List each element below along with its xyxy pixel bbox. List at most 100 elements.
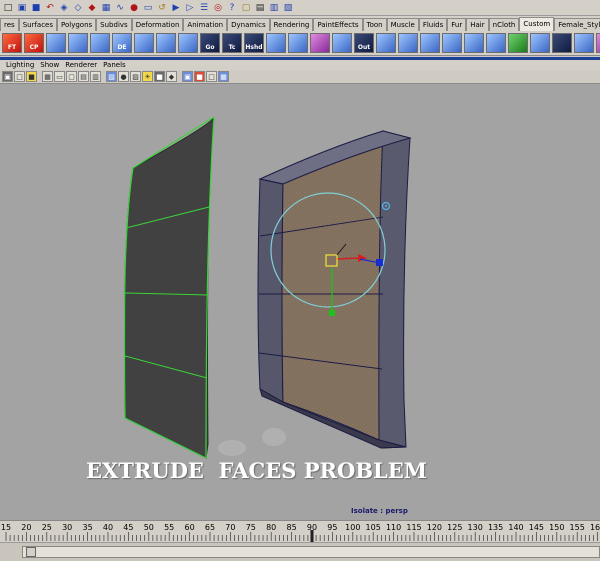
open-scene-icon[interactable]: ▣ [16,2,28,14]
safe-action-icon[interactable]: ▤ [78,71,89,82]
hypershade-icon[interactable]: ◎ [212,2,224,14]
save-scene-icon[interactable]: ■ [30,2,42,14]
smooth-icon[interactable] [266,33,286,53]
panel-menu-show[interactable]: Show [40,61,59,69]
render-icon[interactable]: ▶ [170,2,182,14]
normals-icon[interactable] [574,33,594,53]
shelf-icon-label: DE [117,44,127,51]
select-object-icon[interactable]: ◇ [72,2,84,14]
mirror-geometry-icon[interactable] [464,33,484,53]
extrude-face-icon[interactable] [134,33,154,53]
lock-icon[interactable]: ▢ [240,2,252,14]
range-handle[interactable] [26,547,36,557]
outliner-icon[interactable]: Out [354,33,374,53]
shelf-tab-deformation[interactable]: Deformation [131,18,184,31]
perspective-viewport[interactable]: EXTRUDE FACES PROBLEM Isolate : persp [0,84,600,520]
cut-faces-icon[interactable] [376,33,396,53]
bevel-icon[interactable] [178,33,198,53]
range-bar[interactable] [22,546,600,558]
append-polygon-icon[interactable] [288,33,308,53]
shelf-tab-toon[interactable]: Toon [362,18,387,31]
mel-script-icon[interactable] [552,33,572,53]
film-gate-icon[interactable]: ▭ [54,71,65,82]
cp-tool-icon[interactable]: CP [24,33,44,53]
fill-hole-icon[interactable] [442,33,462,53]
right-panel-mesh[interactable] [257,130,412,449]
sculpt-icon[interactable] [310,33,330,53]
undo-icon[interactable]: ↶ [44,2,56,14]
textured-icon[interactable]: ▨ [130,71,141,82]
panel-menu-lighting[interactable]: Lighting [6,61,34,69]
shelf-tab-rendering[interactable]: Rendering [269,18,314,31]
merge-vertices-icon[interactable] [156,33,176,53]
shelf-tab-custom[interactable]: Custom [519,17,555,31]
wireframe-icon[interactable]: ▧ [106,71,117,82]
shelf-tab-polygons[interactable]: Polygons [57,18,97,31]
hypershade-shelf-icon[interactable]: Hshd [244,33,264,53]
poly-cube-icon[interactable] [68,33,88,53]
panel-menu-panels[interactable]: Panels [103,61,126,69]
time-tick-label: 55 [164,523,174,532]
sidebar-toggle-icon[interactable]: ▤ [254,2,266,14]
shelf-tab-hair[interactable]: Hair [466,18,489,31]
snap-curve-icon[interactable]: ∿ [114,2,126,14]
realflow-icon[interactable] [596,33,600,53]
smooth-shade-icon[interactable]: ● [118,71,129,82]
ipr-render-icon[interactable]: ▷ [184,2,196,14]
high-quality-icon[interactable]: ◆ [166,71,177,82]
combine-icon[interactable] [486,33,506,53]
toolbar-separator [102,71,105,82]
delete-edge-icon[interactable]: DE [112,33,132,53]
use-lights-icon[interactable]: ☀ [142,71,153,82]
wedge-face-icon[interactable] [332,33,352,53]
shadows-icon[interactable]: ■ [154,71,165,82]
shelf-tab-fluids[interactable]: Fluids [418,18,448,31]
shelf-tab-ncloth[interactable]: nCloth [488,18,520,31]
split-polygon-icon[interactable] [90,33,110,53]
shelf-tab-surfaces[interactable]: Surfaces [18,18,58,31]
help-icon[interactable]: ? [226,2,238,14]
shelf-tab-subdivs[interactable]: Subdivs [96,18,132,31]
resolution-gate-icon[interactable]: ▢ [66,71,77,82]
shelf-tab-fur[interactable]: Fur [447,18,467,31]
time-tick-label: 30 [62,523,72,532]
bridge-icon[interactable] [420,33,440,53]
shelf-tab-dynamics[interactable]: Dynamics [227,18,270,31]
history-icon[interactable]: ↺ [156,2,168,14]
separate-icon[interactable] [508,33,528,53]
time-slider[interactable]: 15 20 25 30 35 40 45 50 55 60 65 70 75 80 85 90 95 100 105… [0,520,600,542]
grid-icon[interactable]: ▦ [42,71,53,82]
render-settings-icon[interactable]: ☰ [198,2,210,14]
xray-icon[interactable]: ▣ [182,71,193,82]
mel-tc-icon[interactable]: Tc [222,33,242,53]
left-panel-mesh[interactable] [123,116,215,459]
cylinder-icon[interactable] [530,33,550,53]
select-component-icon[interactable]: ◆ [86,2,98,14]
shelf-tab-painteffects[interactable]: PaintEffects [313,18,363,31]
ft-tool-icon[interactable]: FT [2,33,22,53]
attribute-editor-icon[interactable]: ▧ [282,2,294,14]
select-camera-icon[interactable]: ▣ [2,71,13,82]
mel-go-icon[interactable]: Go [200,33,220,53]
camera-attributes-icon[interactable]: □ [14,71,25,82]
shelf-tab-muscle[interactable]: Muscle [386,18,419,31]
panel-menu-renderer[interactable]: Renderer [65,61,97,69]
bookmark-icon[interactable]: ■ [26,71,37,82]
new-scene-icon[interactable]: □ [2,2,14,14]
poke-face-icon[interactable] [398,33,418,53]
channel-box-icon[interactable]: ▥ [268,2,280,14]
snap-grid-icon[interactable]: ▦ [100,2,112,14]
current-frame-marker[interactable] [310,530,314,542]
poly-plane-icon[interactable] [46,33,66,53]
shelf-tab-female-stylized[interactable]: Female_Stylized [554,18,600,31]
select-hierarchy-icon[interactable]: ◈ [58,2,70,14]
shading-wire-icon[interactable]: ▦ [218,71,229,82]
snap-point-icon[interactable]: ● [128,2,140,14]
range-slider[interactable] [0,542,600,561]
isolate-select-icon[interactable]: ■ [194,71,205,82]
backface-icon[interactable]: □ [206,71,217,82]
shelf-tab-res[interactable]: res [0,18,19,31]
shelf-tab-animation[interactable]: Animation [183,18,228,31]
field-chart-icon[interactable]: ▥ [90,71,101,82]
snap-plane-icon[interactable]: ▭ [142,2,154,14]
